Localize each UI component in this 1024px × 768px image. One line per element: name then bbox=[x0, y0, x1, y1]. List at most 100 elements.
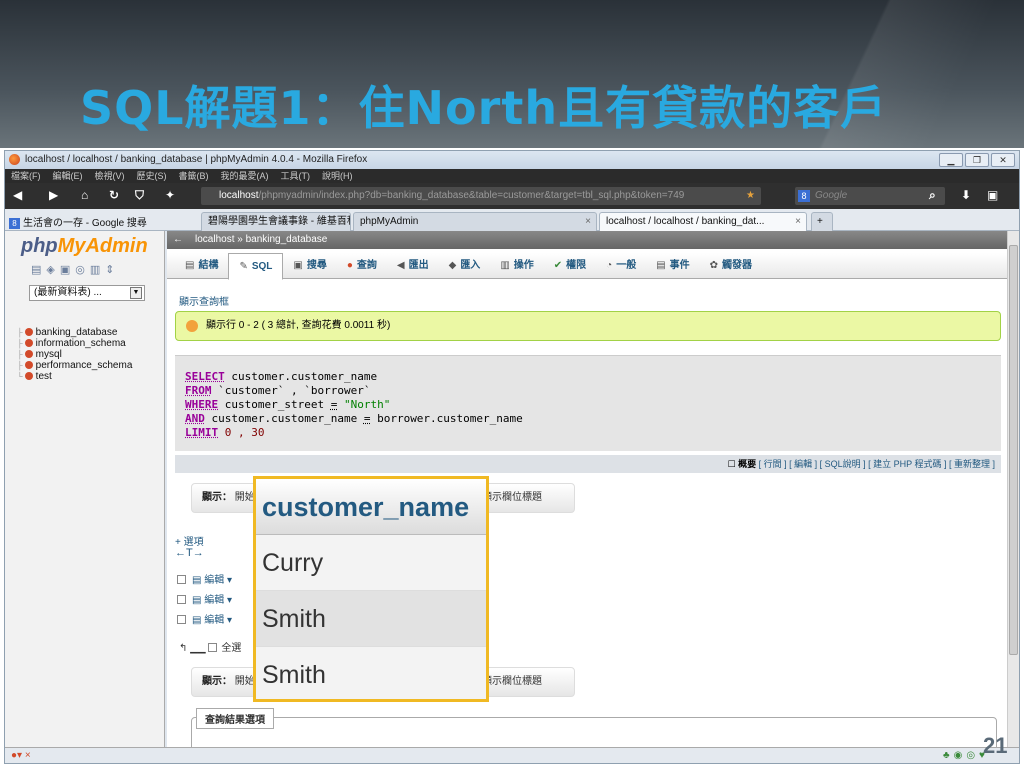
column-header[interactable]: customer_name bbox=[256, 479, 486, 535]
tab-privileges[interactable]: ✔ 權限 bbox=[544, 253, 596, 278]
tab-search[interactable]: ▣ 搜尋 bbox=[283, 253, 336, 278]
db-item[interactable]: ├ banking_database bbox=[17, 327, 132, 338]
select-all-checkbox[interactable] bbox=[208, 643, 218, 652]
close-icon[interactable]: × bbox=[339, 213, 345, 230]
sql-keyword[interactable]: SELECT bbox=[185, 370, 225, 383]
sql-action-links[interactable]: [ 行間 ] [ 編輯 ] [ SQL說明 ] [ 建立 PHP 程式碼 ] [… bbox=[759, 459, 995, 469]
menu-bookmarks[interactable]: 書籤(B) bbox=[179, 169, 209, 183]
structure-icon: ▤ bbox=[185, 260, 195, 271]
db-item[interactable]: ├ mysql bbox=[17, 349, 132, 360]
row-checkbox[interactable] bbox=[177, 575, 186, 584]
scrollbar-thumb[interactable] bbox=[1009, 245, 1018, 655]
tab-wikipedia[interactable]: 碧陽學園學生會議事錄 - 維基百科，...× bbox=[201, 212, 351, 231]
tab-query[interactable]: ● 查詢 bbox=[337, 253, 387, 278]
menu-history[interactable]: 歷史(S) bbox=[137, 169, 167, 183]
profiling-checkbox[interactable]: ☐ 概要 bbox=[728, 459, 757, 469]
result-options-legend[interactable]: 查詢結果選項 bbox=[196, 708, 274, 729]
db-item[interactable]: ├ information_schema bbox=[17, 338, 132, 349]
minimize-button[interactable]: ▁ bbox=[939, 153, 963, 167]
download-icon[interactable]: ⬇ bbox=[961, 188, 971, 202]
pma-logo[interactable]: phpMyAdmin bbox=[21, 235, 148, 258]
search-input[interactable]: 8 Google bbox=[795, 187, 945, 205]
menu-help[interactable]: 說明(H) bbox=[322, 169, 353, 183]
maximize-button[interactable]: ❐ bbox=[965, 153, 989, 167]
window-titlebar: localhost / localhost / banking_database… bbox=[5, 151, 1019, 169]
db-item[interactable]: ├ performance_schema bbox=[17, 360, 132, 371]
browser-window: localhost / localhost / banking_database… bbox=[4, 150, 1020, 764]
back-icon[interactable]: ◀ bbox=[13, 188, 22, 202]
options-link[interactable]: + 選項 bbox=[175, 533, 204, 548]
tab-label: SQL bbox=[251, 261, 273, 272]
database-icon bbox=[24, 350, 33, 358]
sql-keyword[interactable]: WHERE bbox=[185, 398, 218, 411]
tab-structure[interactable]: ▤ 結構 bbox=[175, 253, 228, 278]
tab-events[interactable]: ▤ 事件 bbox=[646, 253, 699, 278]
menu-tools[interactable]: 工具(T) bbox=[281, 169, 311, 183]
edit-link[interactable]: 編輯 bbox=[204, 575, 224, 586]
shield-icon[interactable]: ⛉ bbox=[135, 188, 144, 203]
edit-icon[interactable]: ▤ bbox=[192, 615, 204, 626]
sql-keyword[interactable]: FROM bbox=[185, 384, 212, 397]
sql-keyword[interactable]: AND bbox=[185, 412, 205, 425]
menu-file[interactable]: 檔案(F) bbox=[11, 169, 41, 183]
firefox-icon bbox=[9, 154, 20, 165]
success-text: 顯示行 0 - 2 ( 3 總計, 查詢花費 0.0011 秒) bbox=[206, 320, 391, 331]
breadcrumb-text[interactable]: localhost » banking_database bbox=[195, 234, 327, 245]
menu-edit[interactable]: 編輯(E) bbox=[53, 169, 83, 183]
sql-keyword[interactable]: LIMIT bbox=[185, 426, 218, 439]
addon-icon[interactable]: ✦ bbox=[165, 188, 175, 202]
menu-icon[interactable]: ▣ bbox=[987, 188, 998, 202]
db-label: mysql bbox=[35, 349, 62, 360]
result-table-zoom: customer_name Curry Smith Smith bbox=[253, 476, 489, 702]
row-checkbox[interactable] bbox=[177, 615, 186, 624]
edit-link[interactable]: 編輯 bbox=[204, 615, 224, 626]
table-cell: Smith bbox=[256, 591, 486, 647]
close-button[interactable]: ✕ bbox=[991, 153, 1015, 167]
menu-favorites[interactable]: 我的最愛(A) bbox=[221, 169, 269, 183]
column-arrows[interactable]: ←T→ bbox=[175, 547, 204, 559]
vertical-scrollbar[interactable] bbox=[1007, 231, 1019, 751]
tab-phpmyadmin[interactable]: phpMyAdmin × bbox=[353, 212, 597, 231]
home-icon[interactable]: ⌂ bbox=[81, 188, 88, 202]
page-number: 21 bbox=[983, 733, 1008, 758]
close-icon[interactable]: × bbox=[585, 213, 591, 230]
tab-label: 匯出 bbox=[408, 260, 429, 271]
collapse-icon[interactable]: ← bbox=[173, 231, 183, 249]
tab-banking[interactable]: localhost / localhost / banking_dat... × bbox=[599, 212, 807, 231]
edit-link[interactable]: 編輯 bbox=[204, 595, 224, 606]
tab-export[interactable]: ◀ 匯出 bbox=[387, 253, 439, 278]
menu-bar: 檔案(F) 編輯(E) 檢視(V) 歷史(S) 書籤(B) 我的最愛(A) 工具… bbox=[5, 169, 1019, 183]
recent-tables-select[interactable]: (最新資料表) ... ▼ bbox=[29, 285, 145, 301]
edit-icon[interactable]: ▤ bbox=[192, 575, 204, 586]
search-icon: ▣ bbox=[293, 260, 303, 271]
search-icon[interactable]: ⌕ bbox=[929, 188, 936, 203]
bookmark-label: 生活會の一存 - Google 搜尋 bbox=[23, 218, 147, 229]
triggers-icon: ✿ bbox=[709, 260, 719, 271]
show-query-link[interactable]: 顯示查詢框 bbox=[179, 293, 229, 308]
edit-icon[interactable]: ▤ bbox=[192, 595, 204, 606]
tab-sql[interactable]: ✎ SQL bbox=[228, 253, 284, 280]
bookmark-item[interactable]: 8 生活會の一存 - Google 搜尋 bbox=[9, 214, 147, 229]
tab-import[interactable]: ◆ 匯入 bbox=[439, 253, 491, 278]
url-bar[interactable]: localhost/phpmyadmin/index.php?db=bankin… bbox=[201, 187, 761, 205]
close-icon[interactable]: × bbox=[795, 213, 801, 230]
select-all-label: 全選 bbox=[221, 643, 242, 654]
select-all[interactable]: ↰ ▁▁ 全選 bbox=[179, 639, 241, 654]
show-header-label: 顯示欄位標題 bbox=[482, 492, 542, 503]
reload-icon[interactable]: ↻ bbox=[109, 188, 119, 202]
forward-icon[interactable]: ▶ bbox=[49, 188, 58, 202]
sidebar-toolbar-icons[interactable]: ▤◈▣◎▥⇕ bbox=[31, 263, 119, 276]
status-bar: ●▾ × ♣◉◎♥ bbox=[5, 747, 1019, 763]
new-tab-button[interactable]: + bbox=[811, 212, 833, 231]
top-menu: ▤ 結構 ✎ SQL ▣ 搜尋 ● 查詢 ◀ 匯出 ◆ 匯入 ▥ 操作 ✔ 權限 ◔ 一般 ▤ 事件… bbox=[167, 253, 1007, 280]
bookmark-star-icon[interactable]: ★ bbox=[746, 187, 755, 205]
routines-icon: ◔ bbox=[606, 260, 613, 271]
tab-routines[interactable]: ◔ 一般 bbox=[596, 253, 646, 278]
tab-label: 查詢 bbox=[356, 260, 377, 271]
row-checkbox[interactable] bbox=[177, 595, 186, 604]
addon-bar-icon[interactable]: ●▾ × bbox=[11, 750, 31, 761]
tab-triggers[interactable]: ✿ 觸發器 bbox=[700, 253, 762, 278]
db-item[interactable]: └ test bbox=[17, 371, 132, 382]
tab-operations[interactable]: ▥ 操作 bbox=[490, 253, 543, 278]
menu-view[interactable]: 檢視(V) bbox=[95, 169, 125, 183]
